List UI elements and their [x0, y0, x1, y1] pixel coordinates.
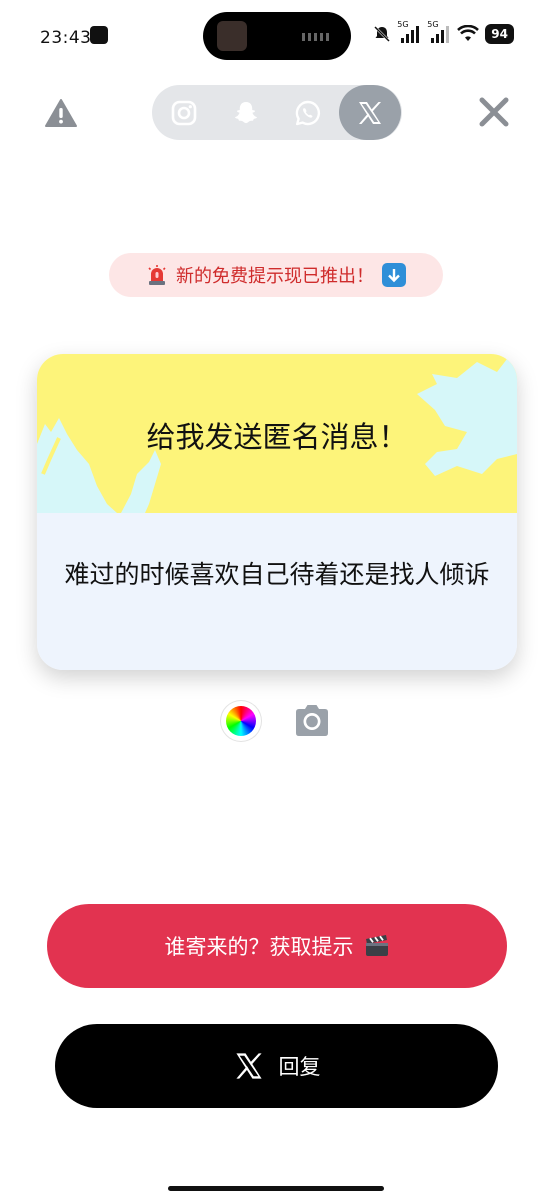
card-header: 给我发送匿名消息！	[37, 354, 517, 513]
network-label-2: 5G	[427, 20, 439, 29]
siren-icon	[148, 265, 166, 285]
reply-label: 回复	[278, 1055, 321, 1079]
wifi-icon	[457, 25, 480, 41]
mute-bell-icon	[374, 26, 391, 42]
tab-x[interactable]	[339, 85, 401, 140]
color-picker-button[interactable]	[221, 701, 261, 741]
dynamic-island[interactable]	[203, 12, 351, 60]
new-hints-banner[interactable]: 新的免费提示现已推出！	[109, 253, 443, 297]
instagram-icon	[171, 100, 197, 125]
color-wheel-icon	[226, 706, 256, 736]
status-bar: 23:43 5G 5G 94	[0, 0, 554, 70]
question-card: 给我发送匿名消息！ 难过的时候喜欢自己待着还是找人倾诉	[37, 354, 517, 670]
status-time: 23:43	[40, 28, 92, 48]
clapperboard-icon	[365, 935, 388, 956]
tab-instagram[interactable]	[153, 85, 215, 140]
down-arrow-icon	[382, 263, 406, 287]
audio-level-icon	[302, 33, 329, 41]
camera-icon	[296, 705, 328, 736]
network-label-1: 5G	[397, 20, 409, 29]
card-question: 难过的时候喜欢自己待着还是找人倾诉	[64, 560, 490, 589]
media-thumbnail	[217, 21, 247, 51]
snapchat-icon	[235, 101, 257, 123]
get-hint-label: 谁寄来的？获取提示	[164, 935, 354, 959]
battery-indicator: 94	[485, 24, 514, 44]
tab-whatsapp[interactable]	[277, 85, 339, 140]
get-hint-button[interactable]: 谁寄来的？获取提示	[47, 904, 507, 988]
camera-button[interactable]	[291, 700, 333, 742]
app-notification-icon	[90, 26, 108, 44]
signal-icon-1: 5G	[397, 20, 421, 44]
tab-snapchat[interactable]	[215, 85, 277, 140]
card-title: 给我发送匿名消息！	[146, 420, 408, 454]
close-button[interactable]	[476, 94, 512, 130]
home-indicator[interactable]	[168, 1186, 384, 1191]
reply-button[interactable]: 回复	[55, 1024, 498, 1108]
x-logo-icon	[235, 1053, 262, 1079]
warning-icon	[45, 99, 77, 127]
banner-text: 新的免费提示现已推出！	[176, 266, 374, 287]
status-icons: 5G 5G 94	[373, 20, 514, 44]
x-icon	[359, 101, 381, 124]
close-icon	[479, 97, 509, 127]
card-body: 难过的时候喜欢自己待着还是找人倾诉	[37, 513, 517, 670]
signal-icon-2: 5G	[427, 20, 451, 44]
share-platform-tabs	[152, 85, 402, 140]
whatsapp-icon	[295, 100, 321, 125]
report-warning-button[interactable]	[44, 96, 78, 130]
